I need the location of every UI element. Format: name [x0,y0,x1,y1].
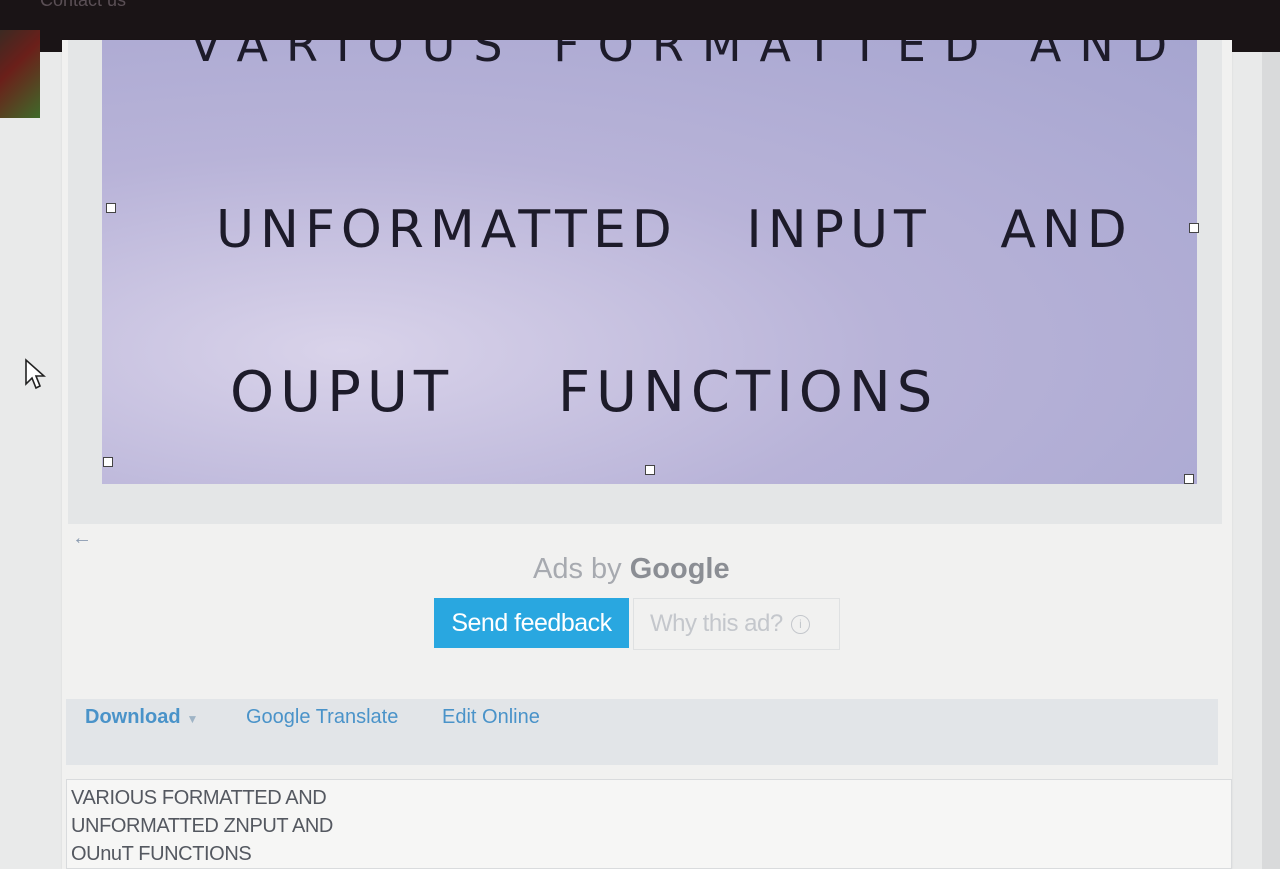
resize-handle-left-middle[interactable] [106,203,116,213]
edit-online-link[interactable]: Edit Online [442,706,540,729]
document-toolbar [66,699,1218,765]
download-label: Download [85,706,181,728]
ocr-line-2: UNFORMATTED ZNPUT AND [71,815,333,837]
resize-handle-bottom-middle[interactable] [645,465,655,475]
handwritten-line-2: UNFORMATTED INPUT AND [216,200,1133,260]
page-edge [1262,52,1280,869]
mouse-cursor-icon [25,358,46,390]
ocr-line-1: VARIOUS FORMATTED AND [71,787,327,809]
ads-by-google-label: Ads by Google [533,553,730,586]
info-icon: i [790,614,810,634]
contact-us-link[interactable]: Contact us [40,0,126,11]
ads-label-brand: Google [629,553,730,585]
why-this-ad-label: Why this ad? [650,610,783,637]
handwritten-line-1: VARIOUS FORMATTED AND [190,40,1186,72]
arrow-left-icon[interactable]: ← [72,527,92,550]
send-feedback-button[interactable]: Send feedback [434,598,629,648]
chevron-down-icon: ▼ [186,712,199,726]
why-this-ad-button[interactable]: Why this ad? i [633,598,840,650]
google-translate-link[interactable]: Google Translate [246,706,398,729]
thumbnail-image[interactable] [0,30,40,118]
ads-label-prefix: Ads by [533,553,622,585]
resize-handle-bottom-right[interactable] [1184,474,1194,484]
ocr-line-3: OUnuT FUNCTIONS [71,843,252,865]
resize-handle-right-middle[interactable] [1189,223,1199,233]
download-button[interactable]: Download ▼ [85,706,198,729]
uploaded-handwriting-image[interactable]: VARIOUS FORMATTED AND UNFORMATTED INPUT … [102,40,1197,484]
resize-handle-bottom-left[interactable] [103,457,113,467]
handwritten-line-3: OUPUT FUNCTIONS [230,360,939,425]
